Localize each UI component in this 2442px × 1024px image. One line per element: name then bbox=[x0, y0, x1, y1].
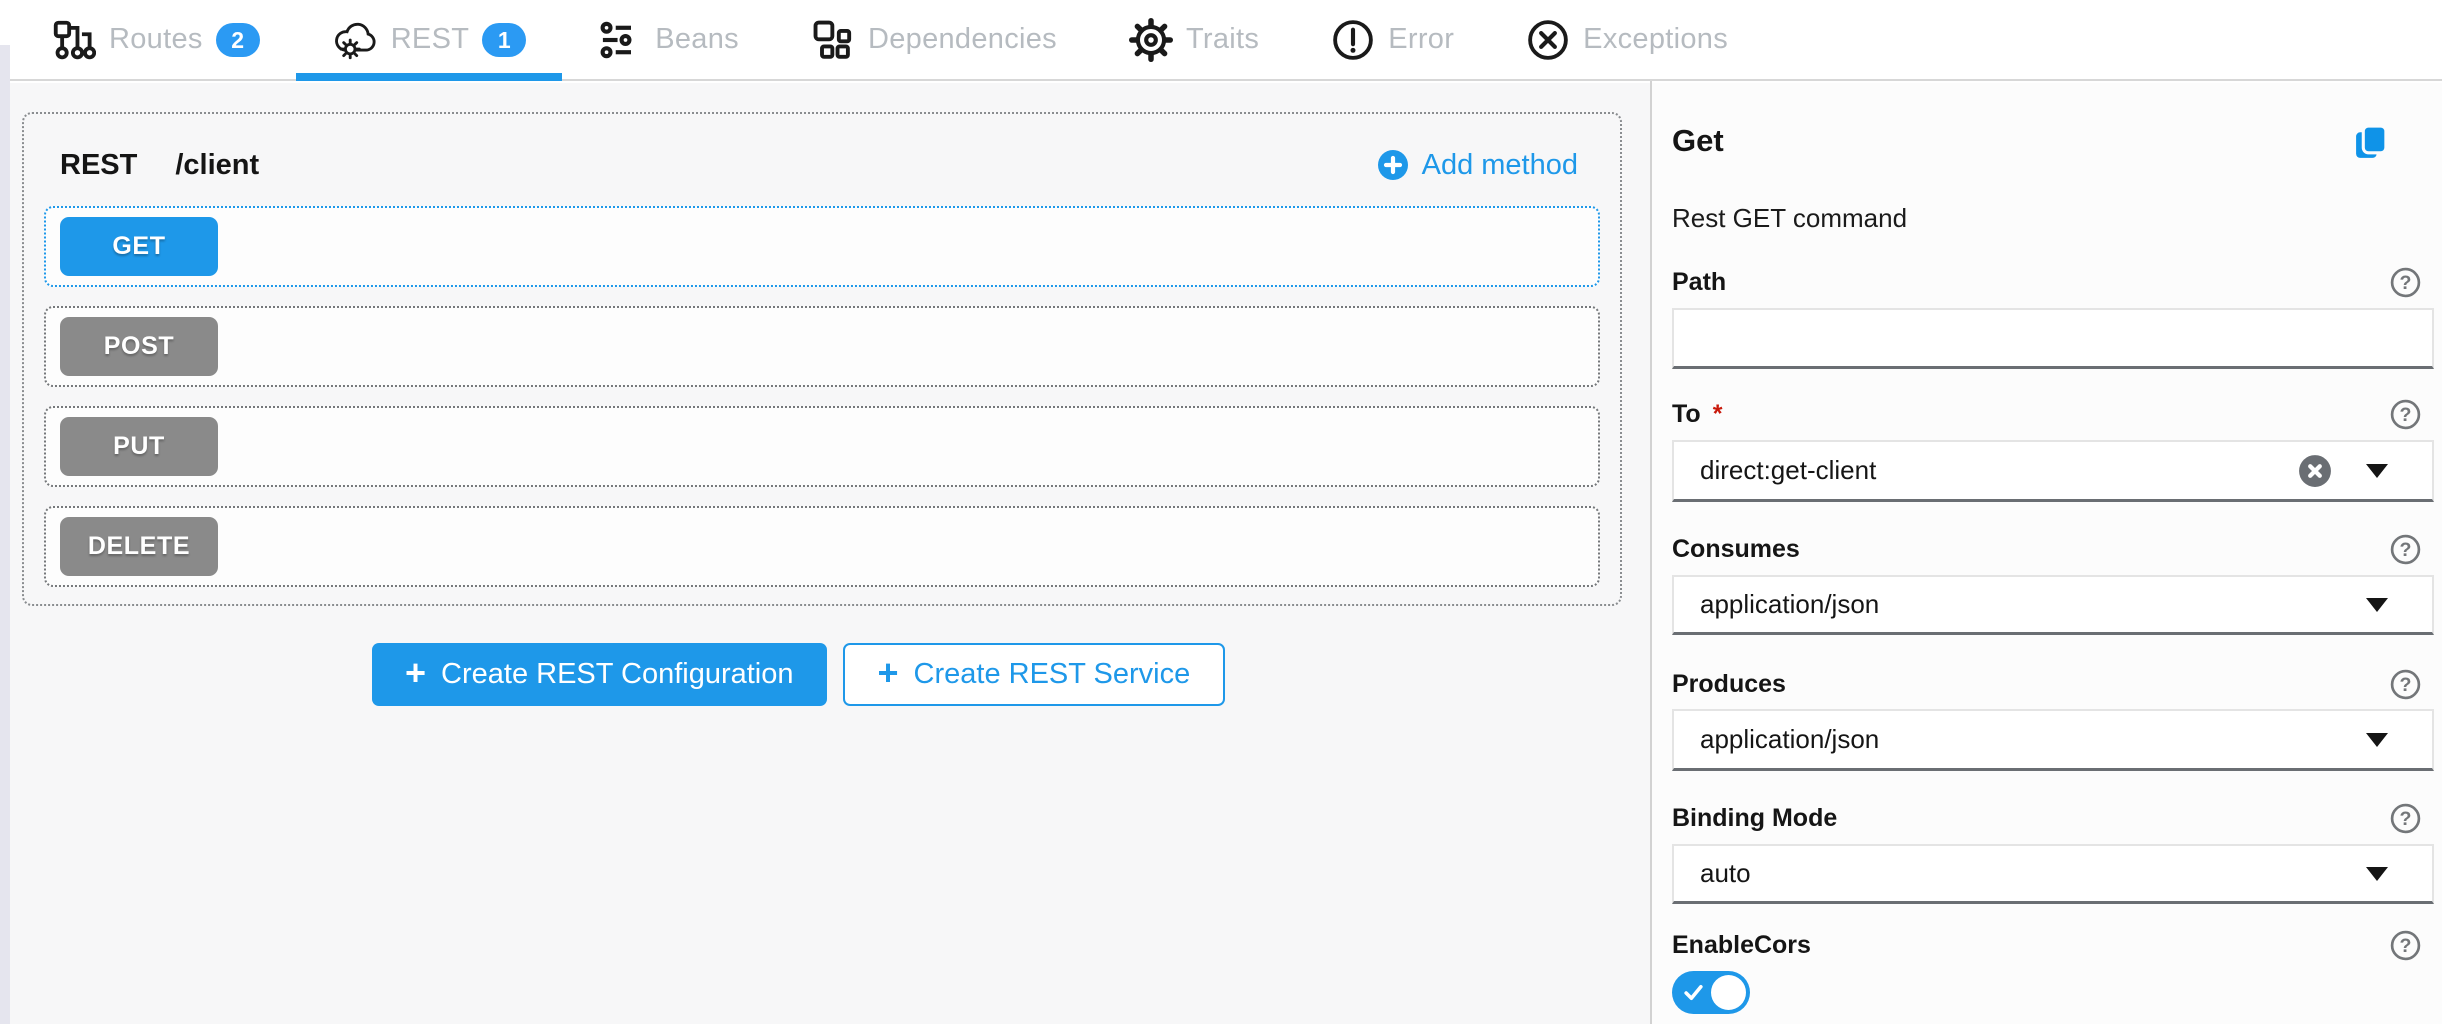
chevron-down-icon bbox=[2366, 867, 2388, 881]
tab-dependencies-label: Dependencies bbox=[868, 23, 1057, 56]
help-icon[interactable]: ? bbox=[2389, 398, 2422, 431]
left-edge-strip bbox=[0, 45, 10, 1024]
path-field-header: Path ? bbox=[1672, 266, 2434, 298]
to-label: To* bbox=[1672, 398, 1722, 430]
chevron-down-icon bbox=[2366, 598, 2388, 612]
plus-icon: + bbox=[405, 655, 426, 695]
consumes-value: application/json bbox=[1700, 589, 2366, 620]
svg-text:?: ? bbox=[2400, 539, 2412, 561]
produces-select[interactable]: application/json bbox=[1672, 709, 2434, 771]
enable-cors-field-header: EnableCors ? bbox=[1672, 929, 2434, 961]
svg-text:?: ? bbox=[2400, 404, 2412, 426]
get-properties-panel: Get Rest GET command Path ? bbox=[1652, 83, 2442, 1024]
help-icon[interactable]: ? bbox=[2389, 668, 2422, 701]
required-asterisk: * bbox=[1713, 400, 1723, 428]
to-field-header: To* ? bbox=[1672, 398, 2434, 430]
chevron-down-icon bbox=[2366, 464, 2388, 478]
tab-beans-label: Beans bbox=[655, 23, 739, 56]
details-title: Get bbox=[1672, 123, 2434, 159]
rest-designer-canvas: REST /client Add method GET POST PUT DEL… bbox=[10, 83, 1651, 1024]
binding-mode-field-header: Binding Mode ? bbox=[1672, 802, 2434, 834]
check-icon bbox=[1683, 982, 1704, 1003]
to-value: direct:get-client bbox=[1700, 455, 2298, 486]
consumes-label: Consumes bbox=[1672, 533, 1800, 565]
error-exclamation-icon bbox=[1331, 18, 1375, 62]
path-label: Path bbox=[1672, 266, 1726, 298]
method-row-put[interactable]: PUT bbox=[44, 406, 1600, 487]
help-icon[interactable]: ? bbox=[2389, 266, 2422, 299]
rest-count-badge: 1 bbox=[482, 23, 526, 57]
tab-routes[interactable]: Routes 2 bbox=[14, 0, 296, 79]
create-rest-configuration-button[interactable]: + Create REST Configuration bbox=[372, 643, 827, 706]
routes-count-badge: 2 bbox=[216, 23, 260, 57]
tab-traits-label: Traits bbox=[1186, 23, 1259, 56]
binding-mode-value: auto bbox=[1700, 858, 2366, 889]
copy-icon[interactable] bbox=[2353, 123, 2390, 161]
rest-card-title: REST bbox=[60, 149, 137, 182]
svg-text:?: ? bbox=[2400, 674, 2412, 696]
enable-cors-toggle[interactable] bbox=[1672, 971, 1750, 1014]
delete-method-button[interactable]: DELETE bbox=[60, 517, 218, 576]
add-method-button[interactable]: Add method bbox=[1377, 149, 1578, 182]
help-icon[interactable]: ? bbox=[2389, 929, 2422, 962]
details-subtitle: Rest GET command bbox=[1672, 203, 2434, 233]
help-icon[interactable]: ? bbox=[2389, 533, 2422, 566]
enable-cors-label: EnableCors bbox=[1672, 929, 1811, 961]
consumes-select[interactable]: application/json bbox=[1672, 575, 2434, 635]
tab-routes-label: Routes bbox=[109, 23, 203, 56]
create-rest-service-button[interactable]: + Create REST Service bbox=[843, 643, 1226, 706]
rest-card-path: /client bbox=[175, 149, 259, 182]
tab-dependencies[interactable]: Dependencies bbox=[775, 0, 1093, 79]
put-method-button[interactable]: PUT bbox=[60, 417, 218, 476]
create-rest-configuration-label: Create REST Configuration bbox=[441, 658, 793, 691]
exceptions-x-circle-icon bbox=[1526, 18, 1570, 62]
tab-beans[interactable]: Beans bbox=[562, 0, 775, 79]
tab-traits[interactable]: Traits bbox=[1093, 0, 1295, 79]
plus-circle-icon bbox=[1377, 149, 1409, 181]
tab-exceptions-label: Exceptions bbox=[1583, 23, 1728, 56]
top-tab-bar: Routes 2 REST 1 bbox=[0, 0, 2442, 81]
tab-rest[interactable]: REST 1 bbox=[296, 0, 563, 79]
produces-field-header: Produces ? bbox=[1672, 668, 2434, 700]
create-rest-service-label: Create REST Service bbox=[914, 658, 1191, 691]
routes-icon bbox=[50, 17, 96, 63]
tab-error[interactable]: Error bbox=[1295, 0, 1490, 79]
tab-exceptions[interactable]: Exceptions bbox=[1490, 0, 1764, 79]
method-row-delete[interactable]: DELETE bbox=[44, 506, 1600, 587]
svg-text:?: ? bbox=[2400, 808, 2412, 830]
produces-value: application/json bbox=[1700, 724, 2366, 755]
toggle-knob bbox=[1711, 975, 1746, 1010]
help-icon[interactable]: ? bbox=[2389, 802, 2422, 835]
method-row-get[interactable]: GET bbox=[44, 206, 1600, 287]
rest-card: REST /client Add method GET POST PUT DEL… bbox=[22, 112, 1622, 606]
tab-error-label: Error bbox=[1388, 23, 1454, 56]
to-typeahead-select[interactable]: direct:get-client bbox=[1672, 440, 2434, 502]
traits-gear-icon bbox=[1129, 18, 1173, 62]
plus-icon: + bbox=[878, 655, 899, 695]
produces-label: Produces bbox=[1672, 668, 1786, 700]
method-row-post[interactable]: POST bbox=[44, 306, 1600, 387]
post-method-button[interactable]: POST bbox=[60, 317, 218, 376]
create-actions-row: + Create REST Configuration + Create RES… bbox=[372, 643, 1225, 706]
svg-text:?: ? bbox=[2400, 935, 2412, 957]
get-method-button[interactable]: GET bbox=[60, 217, 218, 276]
clear-selection-icon[interactable] bbox=[2298, 454, 2332, 488]
add-method-label: Add method bbox=[1422, 149, 1578, 182]
consumes-field-header: Consumes ? bbox=[1672, 533, 2434, 565]
beans-icon bbox=[598, 18, 642, 62]
binding-mode-select[interactable]: auto bbox=[1672, 844, 2434, 904]
path-input[interactable] bbox=[1672, 308, 2434, 369]
tab-rest-label: REST bbox=[391, 23, 470, 56]
rest-card-header: REST /client Add method bbox=[24, 114, 1620, 206]
chevron-down-icon bbox=[2366, 733, 2388, 747]
svg-text:?: ? bbox=[2400, 272, 2412, 294]
rest-cloud-gear-icon bbox=[332, 17, 378, 63]
dependencies-icon bbox=[811, 18, 855, 62]
binding-mode-label: Binding Mode bbox=[1672, 802, 1837, 834]
